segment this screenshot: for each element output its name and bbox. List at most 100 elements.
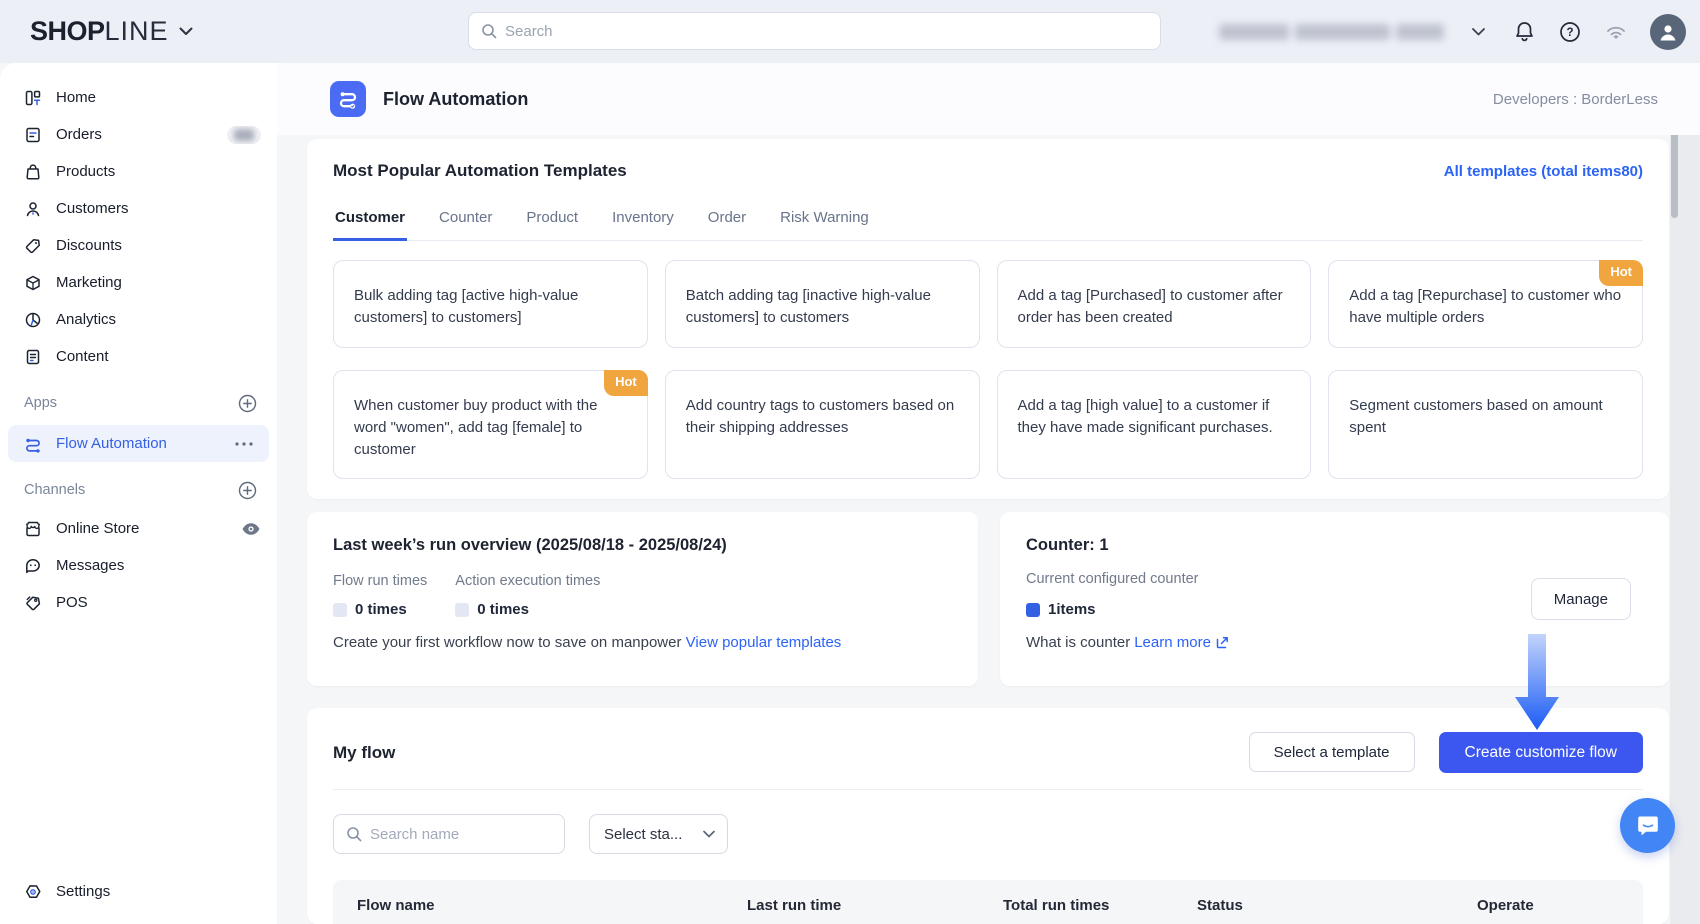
sidebar-item-marketing[interactable]: Marketing bbox=[0, 264, 277, 301]
sidebar-item-label: Online Store bbox=[56, 520, 139, 537]
pos-icon bbox=[24, 594, 42, 612]
metric-value: 0 times bbox=[355, 601, 407, 618]
search-icon bbox=[346, 826, 362, 842]
template-card[interactable]: Add a tag [Purchased] to customer after … bbox=[997, 260, 1312, 348]
template-card[interactable]: HotAdd a tag [Repurchase] to customer wh… bbox=[1328, 260, 1643, 348]
tab-product[interactable]: Product bbox=[524, 201, 580, 240]
tab-counter[interactable]: Counter bbox=[437, 201, 494, 240]
select-template-button[interactable]: Select a template bbox=[1249, 732, 1415, 772]
more-icon[interactable] bbox=[235, 442, 253, 446]
customers-icon bbox=[24, 200, 42, 218]
learn-more-link[interactable]: Learn more bbox=[1134, 634, 1211, 651]
avatar[interactable] bbox=[1650, 14, 1686, 50]
annotation-arrow-down bbox=[1515, 634, 1559, 730]
template-card[interactable]: Add country tags to customers based on t… bbox=[665, 370, 980, 479]
column-header-status[interactable]: Status bbox=[1197, 897, 1477, 914]
add-channel-icon[interactable] bbox=[238, 481, 257, 500]
column-header-flow-name[interactable]: Flow name bbox=[357, 897, 747, 914]
sidebar-item-label: Content bbox=[56, 348, 109, 365]
network-wifi-icon[interactable] bbox=[1604, 20, 1628, 44]
screen: SHOPLINE ? bbox=[0, 0, 1700, 924]
flow-search-input[interactable] bbox=[370, 826, 552, 843]
sidebar-item-label: Products bbox=[56, 163, 115, 180]
home-icon bbox=[24, 89, 42, 107]
flow-automation-app-icon bbox=[330, 81, 366, 117]
template-card-text: Add a tag [high value] to a customer if … bbox=[1018, 397, 1273, 436]
sidebar-item-label: Orders bbox=[56, 126, 102, 143]
tab-inventory[interactable]: Inventory bbox=[610, 201, 676, 240]
popular-templates-panel: Most Popular Automation Templates All te… bbox=[307, 139, 1669, 499]
column-header-last-run-time[interactable]: Last run time bbox=[747, 897, 1003, 914]
help-icon[interactable]: ? bbox=[1558, 20, 1582, 44]
create-customize-flow-button[interactable]: Create customize flow bbox=[1439, 732, 1643, 773]
sidebar-item-discounts[interactable]: Discounts bbox=[0, 227, 277, 264]
column-header-operate[interactable]: Operate bbox=[1477, 897, 1534, 914]
chat-widget-button[interactable] bbox=[1620, 798, 1675, 853]
template-card-text: Add country tags to customers based on t… bbox=[686, 397, 954, 436]
logo-text-line: LINE bbox=[105, 16, 169, 47]
column-header-total-run-times[interactable]: Total run times bbox=[1003, 897, 1197, 914]
all-templates-link[interactable]: All templates (total items80) bbox=[1444, 163, 1643, 180]
tab-risk-warning[interactable]: Risk Warning bbox=[778, 201, 871, 240]
template-card[interactable]: HotWhen customer buy product with the wo… bbox=[333, 370, 648, 479]
scrollbar-thumb[interactable] bbox=[1671, 128, 1678, 218]
status-filter-select[interactable]: Select sta... bbox=[589, 814, 728, 854]
sidebar-item-label: Marketing bbox=[56, 274, 122, 291]
counter-swatch bbox=[1026, 603, 1040, 617]
chevron-down-icon[interactable] bbox=[179, 27, 193, 36]
template-card[interactable]: Segment customers based on amount spent bbox=[1328, 370, 1643, 479]
sidebar-item-flow-automation[interactable]: Flow Automation bbox=[8, 425, 269, 462]
analytics-icon bbox=[24, 311, 42, 329]
sidebar-item-content[interactable]: Content bbox=[0, 338, 277, 375]
sidebar-item-label: Flow Automation bbox=[56, 435, 167, 452]
run-overview-panel: Last week’s run overview (2025/08/18 - 2… bbox=[307, 512, 978, 686]
hot-badge: Hot bbox=[1599, 260, 1643, 286]
metric-label: Flow run times bbox=[333, 573, 427, 589]
add-app-icon[interactable] bbox=[238, 394, 257, 413]
online-store-icon bbox=[24, 520, 42, 538]
sidebar-item-label: Customers bbox=[56, 200, 129, 217]
sidebar-item-customers[interactable]: Customers bbox=[0, 190, 277, 227]
template-card-text: When customer buy product with the word … bbox=[354, 397, 597, 458]
sidebar-item-products[interactable]: Products bbox=[0, 153, 277, 190]
template-card[interactable]: Add a tag [high value] to a customer if … bbox=[997, 370, 1312, 479]
shopline-logo[interactable]: SHOPLINE bbox=[30, 16, 193, 47]
sidebar-item-label: Analytics bbox=[56, 311, 116, 328]
sidebar-item-settings[interactable]: Settings bbox=[0, 873, 277, 910]
sidebar-item-home[interactable]: Home bbox=[0, 79, 277, 116]
template-card-text: Add a tag [Repurchase] to customer who h… bbox=[1349, 287, 1621, 326]
account-chevron-down-icon[interactable] bbox=[1466, 20, 1490, 44]
section-label: Apps bbox=[24, 395, 57, 411]
notifications-bell-icon[interactable] bbox=[1512, 20, 1536, 44]
tab-order[interactable]: Order bbox=[706, 201, 748, 240]
sidebar-item-messages[interactable]: Messages bbox=[0, 547, 277, 584]
manage-button[interactable]: Manage bbox=[1531, 578, 1631, 620]
topbar-right: ? bbox=[1219, 0, 1686, 63]
metric-value: 0 times bbox=[477, 601, 529, 618]
counter-value: 1items bbox=[1048, 601, 1096, 618]
visibility-eye-icon[interactable] bbox=[241, 522, 261, 536]
settings-icon bbox=[24, 883, 42, 901]
view-popular-templates-link[interactable]: View popular templates bbox=[686, 634, 842, 651]
sidebar-item-pos[interactable]: POS bbox=[0, 584, 277, 621]
global-search[interactable] bbox=[468, 12, 1161, 50]
search-input[interactable] bbox=[505, 23, 1148, 40]
counter-panel: Counter: 1 Current configured counter 1i… bbox=[1000, 512, 1669, 686]
content: Most Popular Automation Templates All te… bbox=[277, 135, 1670, 924]
flow-search[interactable] bbox=[333, 814, 565, 854]
discounts-icon bbox=[24, 237, 42, 255]
sidebar-section-apps: Apps bbox=[0, 383, 277, 423]
sidebar-item-label: Messages bbox=[56, 557, 124, 574]
template-card[interactable]: Bulk adding tag [active high-value custo… bbox=[333, 260, 648, 348]
my-flow-title: My flow bbox=[333, 743, 395, 763]
sidebar-item-analytics[interactable]: Analytics bbox=[0, 301, 277, 338]
sidebar-item-orders[interactable]: Orders bbox=[0, 116, 277, 153]
search-icon bbox=[481, 23, 497, 39]
template-card-text: Batch adding tag [inactive high-value cu… bbox=[686, 287, 931, 326]
orders-icon bbox=[24, 126, 42, 144]
content-icon bbox=[24, 348, 42, 366]
sidebar-item-online-store[interactable]: Online Store bbox=[0, 510, 277, 547]
tab-customer[interactable]: Customer bbox=[333, 201, 407, 241]
page-header: Flow Automation Developers : BorderLess bbox=[277, 63, 1700, 135]
template-card[interactable]: Batch adding tag [inactive high-value cu… bbox=[665, 260, 980, 348]
